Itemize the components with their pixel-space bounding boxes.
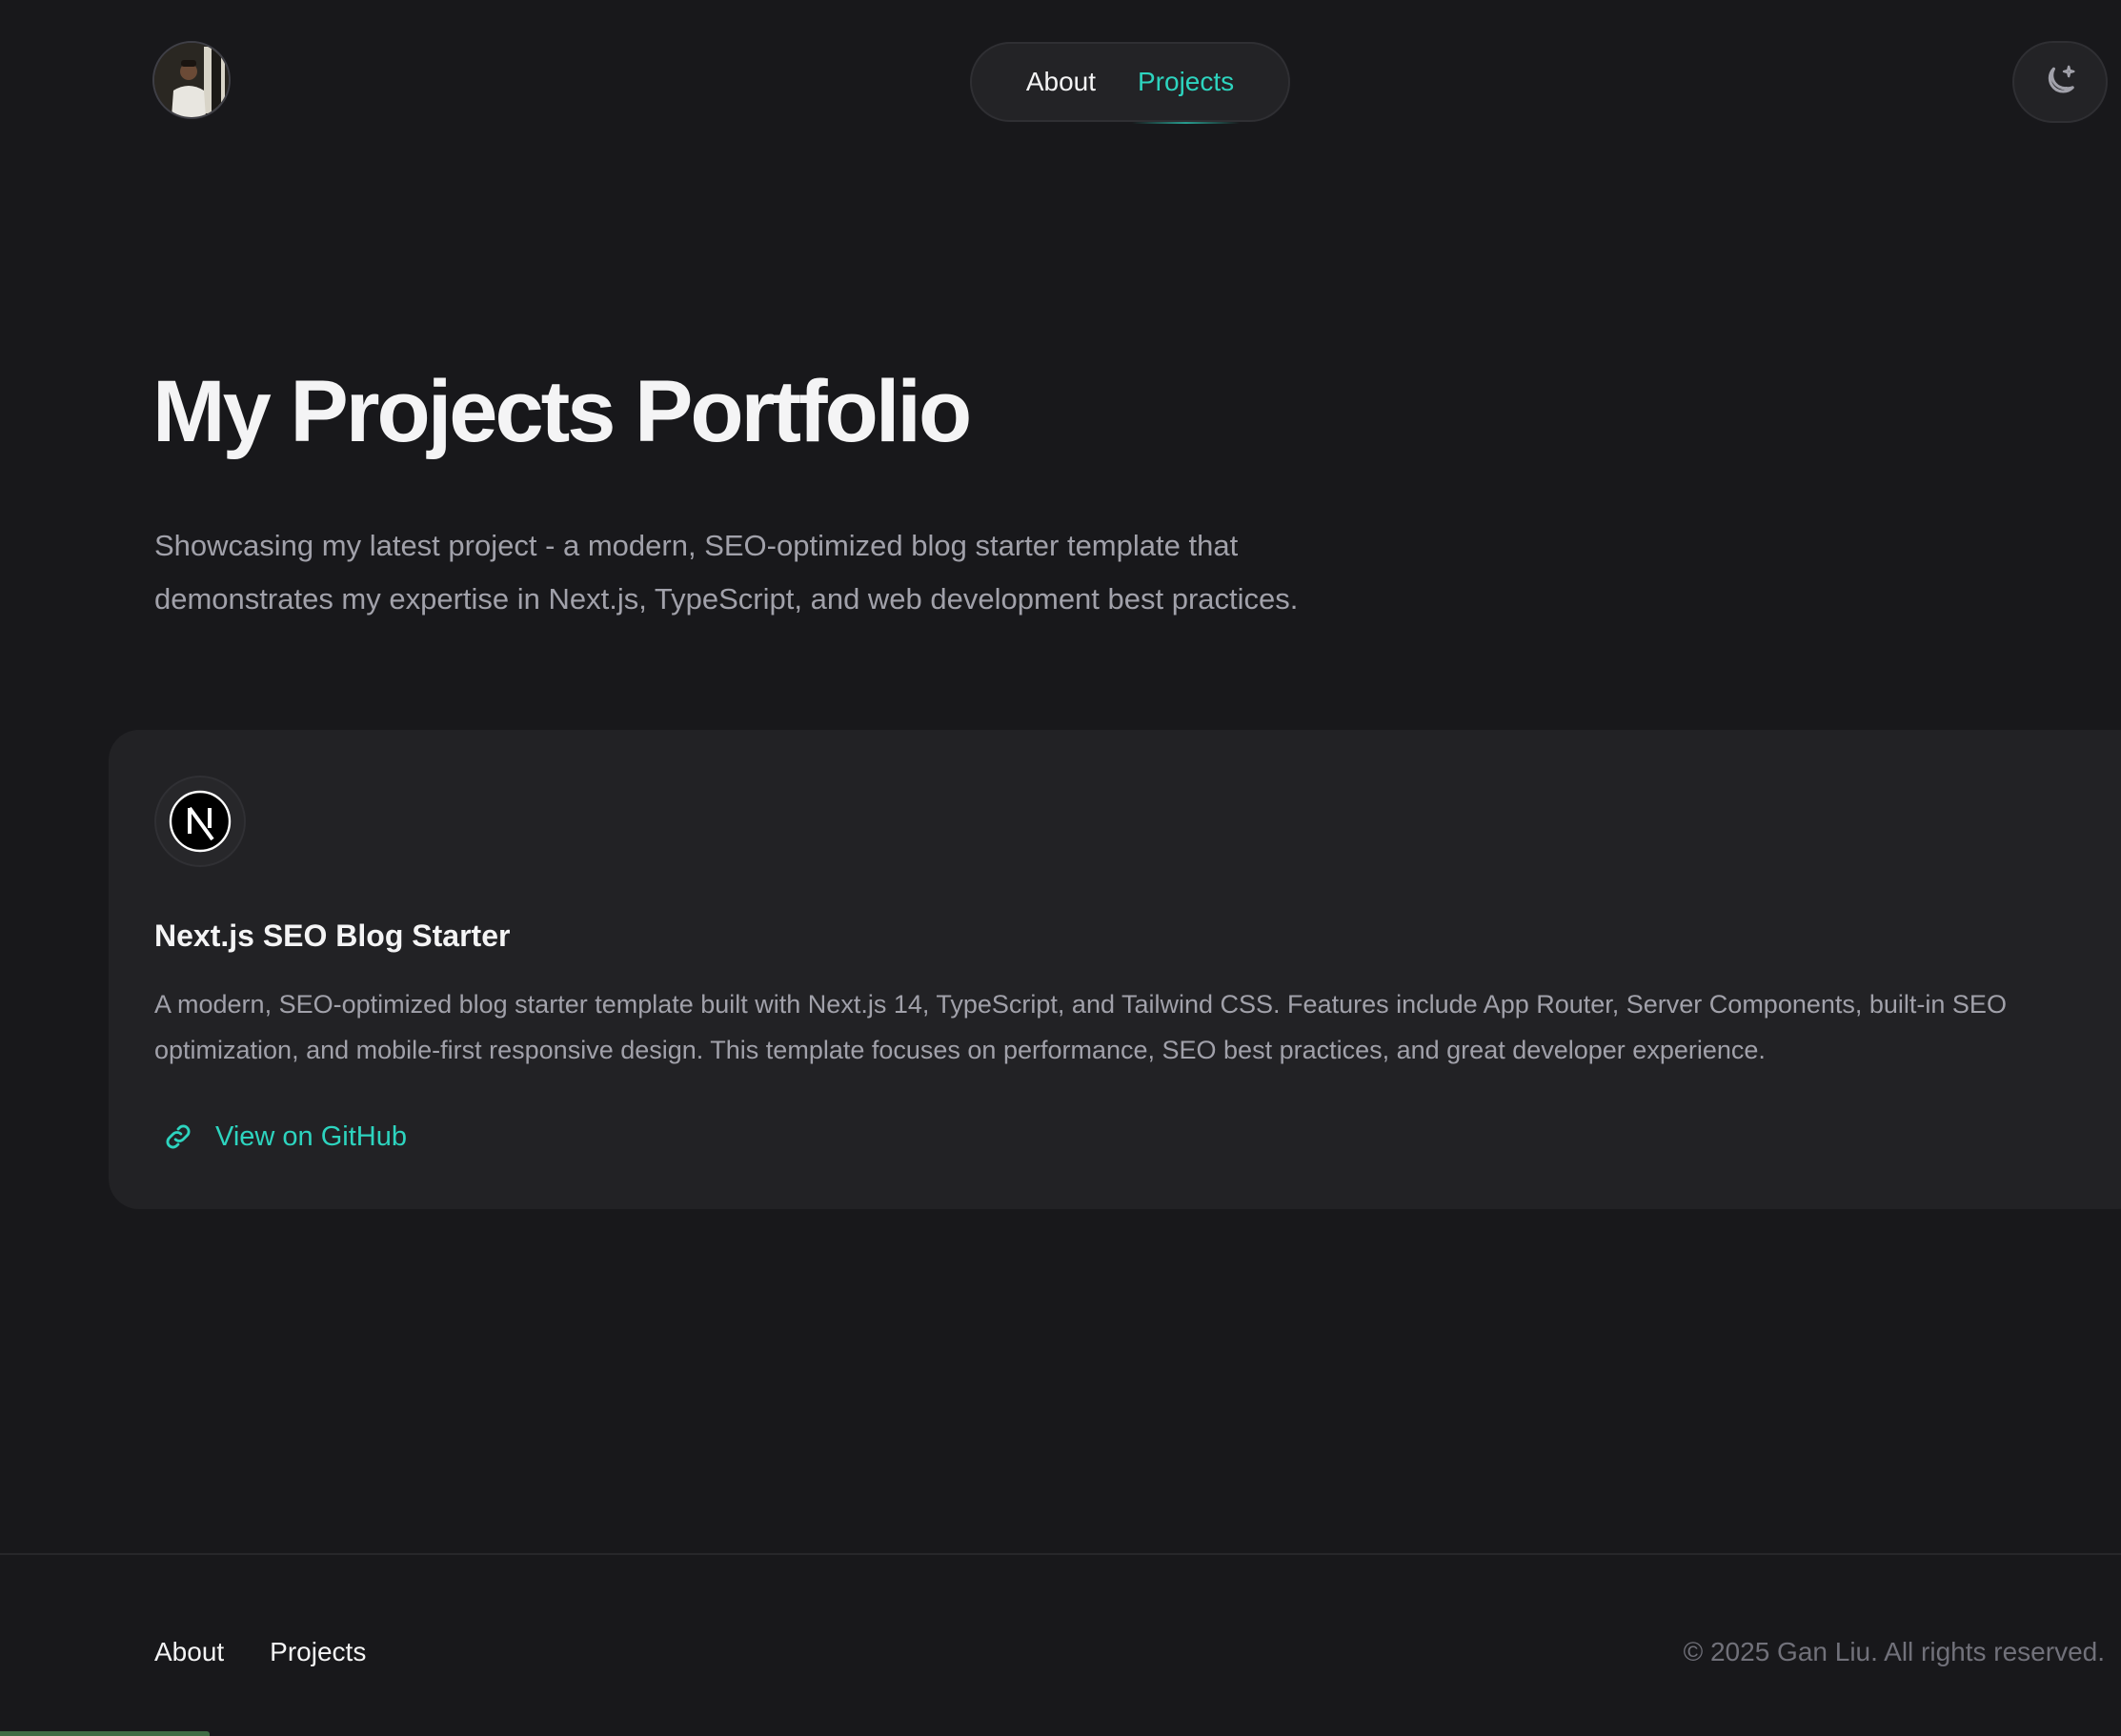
footer-divider xyxy=(0,1553,2121,1555)
copyright-text: © 2025 Gan Liu. All rights reserved. xyxy=(1683,1637,2105,1666)
footer-projects-link[interactable]: Projects xyxy=(270,1637,366,1667)
project-description: A modern, SEO-optimized blog starter tem… xyxy=(154,990,2007,1064)
project-logo xyxy=(154,776,246,867)
page-progress-bar xyxy=(0,1731,210,1736)
project-title: Next.js SEO Blog Starter xyxy=(154,918,511,953)
page-title: My Projects Portfolio xyxy=(152,363,972,460)
avatar-photo xyxy=(154,43,229,117)
project-card: Next.js SEO Blog Starter A modern, SEO-o… xyxy=(109,730,2121,1209)
footer-nav: About Projects xyxy=(154,1637,366,1667)
nextjs-logo-icon xyxy=(169,790,232,853)
page-subtitle: Showcasing my latest project - a modern,… xyxy=(154,529,1299,616)
nav-about-link[interactable]: About xyxy=(1026,42,1096,122)
view-on-github-link[interactable]: View on GitHub xyxy=(162,1120,407,1153)
view-on-github-label: View on GitHub xyxy=(215,1120,407,1152)
main-nav: About Projects xyxy=(970,42,1290,124)
link-icon xyxy=(166,1124,191,1149)
nav-projects-link[interactable]: Projects xyxy=(1131,42,1241,124)
footer-about-link[interactable]: About xyxy=(154,1637,224,1667)
avatar[interactable] xyxy=(152,41,231,119)
moon-sparkle-icon xyxy=(2048,65,2075,93)
theme-toggle-button[interactable] xyxy=(2012,41,2108,123)
